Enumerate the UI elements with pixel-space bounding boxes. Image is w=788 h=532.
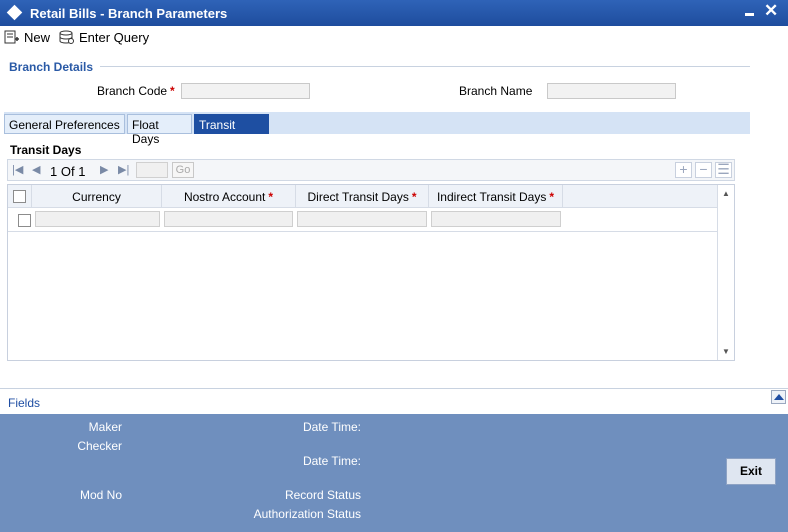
select-all-checkbox[interactable]	[13, 190, 26, 203]
currency-cell[interactable]	[35, 211, 160, 227]
new-icon	[4, 30, 19, 44]
close-icon[interactable]: ✕	[764, 2, 778, 20]
last-page-icon[interactable]: ▶|	[118, 163, 129, 176]
branch-code-label: Branch Code *	[97, 84, 175, 98]
fields-link[interactable]: Fields	[8, 396, 40, 410]
direct-transit-days-cell[interactable]	[297, 211, 427, 227]
scroll-down-icon[interactable]: ▼	[722, 347, 730, 356]
app-diamond-icon	[6, 4, 23, 21]
select-all-cell	[8, 185, 32, 208]
tab-float-days[interactable]: Float Days	[127, 114, 192, 146]
section-divider	[100, 66, 750, 67]
transit-days-title: Transit Days	[10, 143, 82, 157]
database-query-icon	[59, 30, 74, 44]
minimize-icon[interactable]	[745, 13, 754, 16]
collapse-up-icon[interactable]	[771, 390, 786, 404]
new-button[interactable]: New	[4, 28, 50, 46]
column-header-nostro-account[interactable]: Nostro Account *	[162, 185, 296, 208]
transit-days-grid: Currency Nostro Account * Direct Transit …	[7, 184, 735, 361]
maker-label: Maker	[88, 420, 122, 434]
tab-general-preferences[interactable]: General Preferences	[4, 114, 125, 134]
fields-bar: Fields	[0, 388, 788, 414]
branch-name-label: Branch Name	[459, 84, 533, 98]
table-row	[8, 208, 718, 232]
record-status-label: Record Status	[284, 488, 361, 502]
mod-no-label: Mod No	[79, 488, 122, 502]
audit-footer: Maker Checker Mod No Date Time: Date Tim…	[0, 414, 788, 532]
scroll-up-icon[interactable]: ▲	[722, 189, 730, 198]
page-indicator: 1 Of 1	[50, 164, 86, 179]
new-label: New	[24, 29, 51, 45]
first-page-icon[interactable]: |◀	[12, 163, 23, 176]
next-page-icon[interactable]: ▶	[100, 163, 108, 176]
branch-code-field[interactable]	[181, 83, 310, 99]
indirect-transit-days-cell[interactable]	[431, 211, 561, 227]
column-header-indirect-transit-days[interactable]: Indirect Transit Days *	[429, 185, 563, 208]
enter-query-button[interactable]: Enter Query	[59, 28, 149, 46]
title-bar: Retail Bills - Branch Parameters ✕	[0, 0, 788, 26]
grid-header: Currency Nostro Account * Direct Transit …	[8, 185, 718, 208]
toolbar: New Enter Query	[0, 26, 788, 48]
delete-row-icon[interactable]: −	[695, 162, 712, 178]
row-checkbox[interactable]	[18, 214, 31, 227]
vertical-scrollbar[interactable]: ▲ ▼	[717, 185, 734, 360]
required-mark: *	[170, 84, 175, 98]
window-title: Retail Bills - Branch Parameters	[30, 6, 228, 21]
checker-label: Checker	[77, 439, 122, 453]
single-view-icon[interactable]: ☰	[715, 162, 732, 178]
page-number-input[interactable]	[136, 162, 168, 178]
previous-page-icon[interactable]: ◀	[32, 163, 40, 176]
branch-name-field[interactable]	[547, 83, 676, 99]
pager: |◀ ◀ 1 Of 1 ▶ ▶| Go + − ☰	[7, 159, 735, 181]
tab-bar: General Preferences Float Days Transit D…	[4, 112, 750, 146]
go-button[interactable]: Go	[172, 162, 194, 178]
exit-button[interactable]: Exit	[726, 458, 776, 485]
tab-transit-days[interactable]: Transit Days	[194, 114, 269, 146]
add-row-icon[interactable]: +	[675, 162, 692, 178]
column-header-direct-transit-days[interactable]: Direct Transit Days *	[296, 185, 429, 208]
enter-query-label: Enter Query	[79, 29, 150, 45]
nostro-account-cell[interactable]	[164, 211, 293, 227]
authorization-status-label: Authorization Status	[253, 507, 361, 521]
column-header-currency[interactable]: Currency	[32, 185, 162, 208]
branch-details-title: Branch Details	[9, 60, 94, 74]
checker-date-time-label: Date Time:	[302, 454, 361, 468]
maker-date-time-label: Date Time:	[302, 420, 361, 434]
